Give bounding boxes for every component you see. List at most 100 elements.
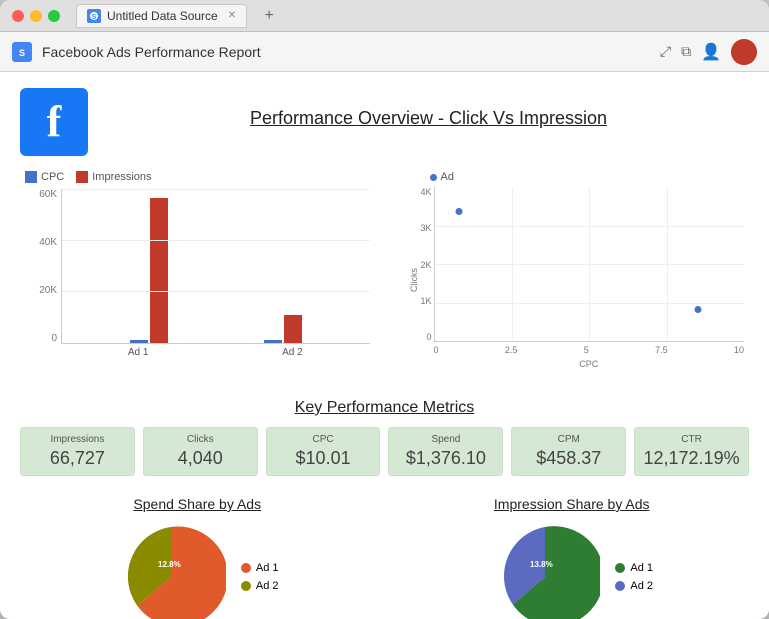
kpm-card-cpc: CPC $10.01 xyxy=(266,427,381,476)
spend-legend-label-ad1: Ad 1 xyxy=(256,562,279,574)
impression-pie-label: 13.8% xyxy=(530,560,553,569)
tab-icon: S xyxy=(87,9,101,23)
scatter-x-10: 10 xyxy=(734,345,744,355)
tab-close-button[interactable]: ✕ xyxy=(228,10,236,21)
scatter-vgrid-2 xyxy=(589,187,590,341)
titlebar: S Untitled Data Source ✕ + xyxy=(0,0,769,32)
spend-share-area: Spend Share by Ads 12.8% xyxy=(20,496,375,619)
kpm-title: Key Performance Metrics xyxy=(20,399,749,417)
impression-legend-ad2: Ad 2 xyxy=(615,580,653,592)
spend-pie-legend: Ad 1 Ad 2 xyxy=(241,562,279,592)
scatter-x-2_5: 2.5 xyxy=(505,345,518,355)
maximize-button[interactable] xyxy=(48,10,60,22)
kpm-label-clicks: Clicks xyxy=(152,434,249,445)
grid-line-2 xyxy=(62,291,370,292)
kpm-value-clicks: 4,040 xyxy=(152,448,249,469)
spend-legend-dot-ad2 xyxy=(241,581,251,591)
bar-group-ad1 xyxy=(82,198,216,343)
kpm-label-cpm: CPM xyxy=(520,434,617,445)
impression-pie-wrapper: 13.8% Ad 1 Ad 2 xyxy=(395,522,750,619)
bar-chart-area xyxy=(61,189,370,344)
traffic-lights xyxy=(12,10,60,22)
kpm-value-cpc: $10.01 xyxy=(275,448,372,469)
kpm-value-cpm: $458.37 xyxy=(520,448,617,469)
scatter-y-3k: 3K xyxy=(412,223,432,233)
kpm-value-spend: $1,376.10 xyxy=(397,448,494,469)
cpc-label: CPC xyxy=(41,171,64,183)
new-tab-button[interactable]: + xyxy=(255,4,283,28)
bar-chart-container: CPC Impressions 60K 40K 20K 0 xyxy=(20,166,375,379)
legend-cpc: CPC xyxy=(25,171,64,183)
x-label-ad2: Ad 2 xyxy=(282,347,303,358)
kpm-value-ctr: 12,172.19% xyxy=(643,448,740,469)
kpm-label-cpc: CPC xyxy=(275,434,372,445)
scatter-point-ad2 xyxy=(694,306,701,313)
kpm-cards: Impressions 66,727 Clicks 4,040 CPC $10.… xyxy=(20,427,749,476)
avatar[interactable] xyxy=(731,39,757,65)
scatter-legend-label: Ad xyxy=(441,171,454,183)
scatter-x-axis-title: CPC xyxy=(434,359,745,369)
close-button[interactable] xyxy=(12,10,24,22)
impression-legend-label-ad2: Ad 2 xyxy=(630,580,653,592)
kpm-card-impressions: Impressions 66,727 xyxy=(20,427,135,476)
bar-chart-legend: CPC Impressions xyxy=(25,171,370,183)
kpm-card-ctr: CTR 12,172.19% xyxy=(634,427,749,476)
scatter-legend-dot xyxy=(430,174,437,181)
kpm-card-cpm: CPM $458.37 xyxy=(511,427,626,476)
scatter-x-labels: 0 2.5 5 7.5 10 xyxy=(434,345,745,355)
x-label-ad1: Ad 1 xyxy=(128,347,149,358)
impression-legend-ad1: Ad 1 xyxy=(615,562,653,574)
scatter-plot-area xyxy=(434,187,745,342)
kpm-section: Key Performance Metrics Impressions 66,7… xyxy=(20,399,749,476)
scatter-x-0: 0 xyxy=(434,345,439,355)
impression-legend-label-ad1: Ad 1 xyxy=(630,562,653,574)
app-window: S Untitled Data Source ✕ + S Facebook Ad… xyxy=(0,0,769,619)
toolbar-actions: ⤢ ⧉ 👤 xyxy=(660,39,757,65)
scatter-x-5: 5 xyxy=(584,345,589,355)
spend-share-title: Spend Share by Ads xyxy=(20,496,375,512)
report-header: f Performance Overview - Click Vs Impres… xyxy=(20,88,749,156)
scatter-y-2k: 2K xyxy=(412,260,432,270)
report-title: Performance Overview - Click Vs Impressi… xyxy=(108,108,749,129)
toolbar: S Facebook Ads Performance Report ⤢ ⧉ 👤 xyxy=(0,32,769,72)
impressions-color xyxy=(76,171,88,183)
kpm-label-spend: Spend xyxy=(397,434,494,445)
impression-share-area: Impression Share by Ads 13.8% xyxy=(395,496,750,619)
scatter-x-7_5: 7.5 xyxy=(655,345,668,355)
expand-icon[interactable]: ⤢ xyxy=(660,43,671,60)
impression-legend-dot-ad1 xyxy=(615,563,625,573)
active-tab[interactable]: S Untitled Data Source ✕ xyxy=(76,4,247,28)
x-axis-labels: Ad 1 Ad 2 xyxy=(61,347,370,358)
kpm-value-impressions: 66,727 xyxy=(29,448,126,469)
person-icon[interactable]: 👤 xyxy=(701,42,721,62)
copy-icon[interactable]: ⧉ xyxy=(681,43,691,60)
minimize-button[interactable] xyxy=(30,10,42,22)
scatter-chart: Clicks 4K 3K 2K 1K 0 xyxy=(400,187,745,372)
report-title-area: Performance Overview - Click Vs Impressi… xyxy=(108,88,749,129)
spend-legend-ad2: Ad 2 xyxy=(241,580,279,592)
bar-cpc-ad1 xyxy=(130,340,148,343)
spend-pie-wrapper: 12.8% Ad 1 Ad 2 xyxy=(20,522,375,619)
scatter-y-1k: 1K xyxy=(412,296,432,306)
scatter-vgrid-3 xyxy=(667,187,668,341)
pie-section: Spend Share by Ads 12.8% xyxy=(20,496,749,619)
scatter-chart-container: Ad Clicks 4K 3K 2K 1K 0 xyxy=(395,166,750,379)
spend-pie-label: 12.8% xyxy=(158,560,181,569)
spend-legend-ad1: Ad 1 xyxy=(241,562,279,574)
y-label-40k: 40K xyxy=(25,237,57,248)
impression-pie-chart: 13.8% xyxy=(490,522,600,619)
bar-pair-ad2 xyxy=(264,315,302,343)
spend-legend-label-ad2: Ad 2 xyxy=(256,580,279,592)
grid-line-1 xyxy=(62,240,370,241)
bars-container xyxy=(62,189,370,343)
impression-pie-legend: Ad 1 Ad 2 xyxy=(615,562,653,592)
scatter-y-labels: 4K 3K 2K 1K 0 xyxy=(412,187,432,342)
scatter-y-4k: 4K xyxy=(412,187,432,197)
svg-text:S: S xyxy=(19,48,25,58)
kpm-card-clicks: Clicks 4,040 xyxy=(143,427,258,476)
bar-impressions-ad1 xyxy=(150,198,168,343)
bar-impressions-ad2 xyxy=(284,315,302,343)
facebook-logo: f xyxy=(20,88,88,156)
charts-row: CPC Impressions 60K 40K 20K 0 xyxy=(20,166,749,379)
bar-pair-ad1 xyxy=(130,198,168,343)
